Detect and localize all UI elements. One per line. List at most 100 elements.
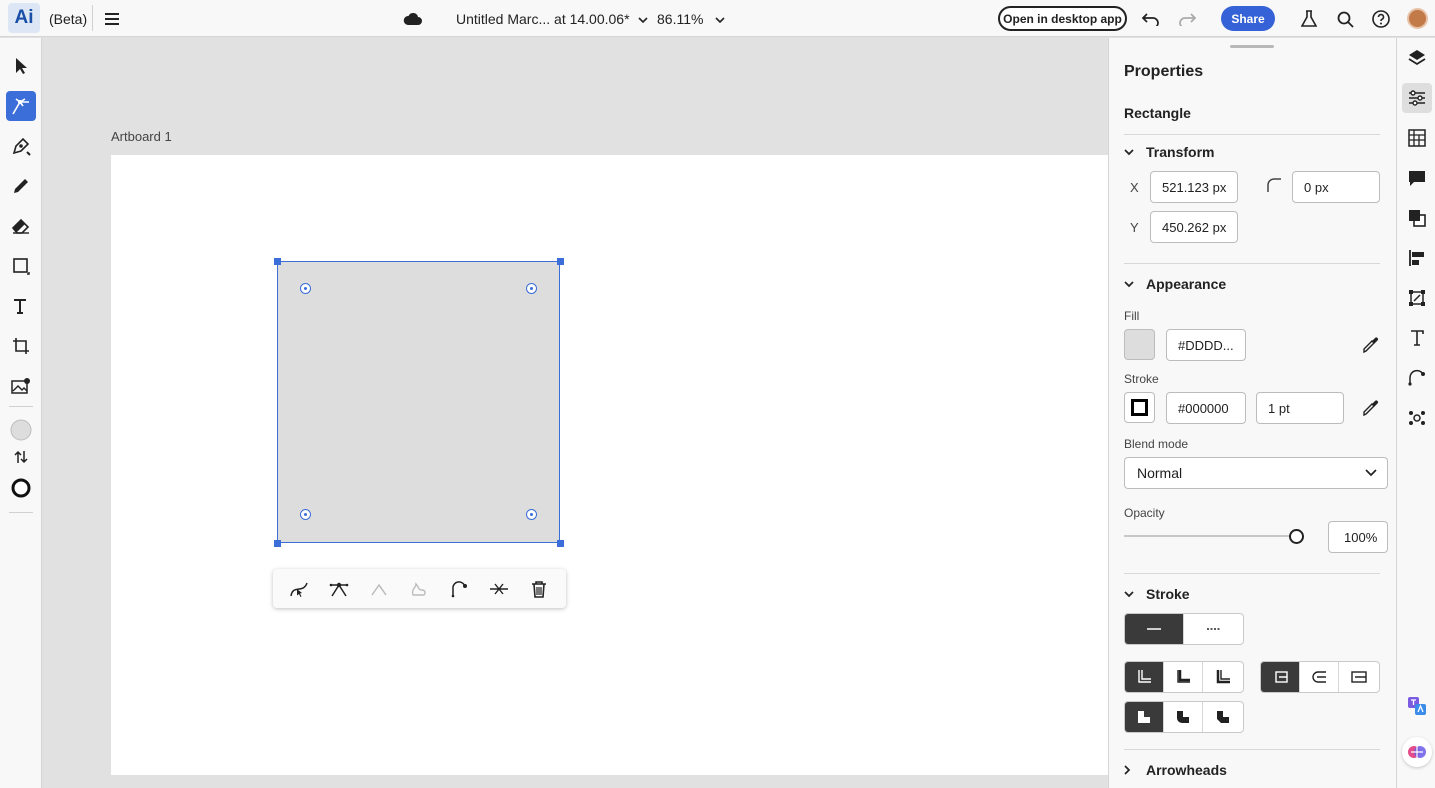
corner-radius-widget[interactable]	[526, 509, 537, 520]
undo-icon[interactable]	[1140, 8, 1162, 30]
type-tool-icon[interactable]	[6, 291, 36, 321]
corner-anchor-icon[interactable]	[367, 577, 391, 601]
arrowheads-section-header[interactable]: Arrowheads	[1124, 762, 1227, 778]
transform-icon[interactable]	[1402, 283, 1432, 313]
divider	[1124, 134, 1380, 135]
anchor-select-icon[interactable]	[287, 577, 311, 601]
artboard[interactable]	[111, 155, 1108, 775]
panel-title: Properties	[1124, 63, 1204, 80]
generative-image-icon[interactable]	[6, 371, 36, 401]
appearance-section-header[interactable]: Appearance	[1124, 276, 1226, 292]
x-label: X	[1130, 180, 1139, 195]
eyedropper-icon[interactable]	[1363, 399, 1380, 419]
corner-join-toggle	[1124, 701, 1244, 733]
fill-swatch[interactable]	[1124, 329, 1155, 360]
rectangle-tool-icon[interactable]	[6, 251, 36, 281]
object-type-label: Rectangle	[1124, 105, 1191, 121]
x-position-field[interactable]: 521.123 px	[1150, 171, 1238, 203]
pencil-tool-icon[interactable]	[6, 171, 36, 201]
divider	[92, 5, 93, 31]
ai-assistant-icon[interactable]	[1402, 737, 1432, 767]
selection-tool-icon[interactable]	[6, 51, 36, 81]
resize-handle[interactable]	[557, 540, 564, 547]
artboard-tool-icon[interactable]	[6, 331, 36, 361]
trash-icon[interactable]	[527, 577, 551, 601]
opacity-field[interactable]: 100%	[1328, 521, 1388, 553]
opacity-slider[interactable]	[1124, 535, 1296, 537]
flask-icon[interactable]	[1298, 8, 1320, 30]
fill-color-icon[interactable]	[6, 415, 36, 445]
corner-radius-widget[interactable]	[526, 283, 537, 294]
transform-section-header[interactable]: Transform	[1124, 144, 1214, 160]
align-outside-icon[interactable]	[1203, 662, 1242, 692]
zoom-menu[interactable]: 86.11%	[657, 11, 726, 27]
artboard-label[interactable]: Artboard 1	[111, 129, 172, 144]
round-join-icon[interactable]	[1164, 702, 1203, 732]
corner-radius-field[interactable]: 0 px	[1292, 171, 1380, 203]
corner-radius-widget[interactable]	[300, 283, 311, 294]
miter-join-icon[interactable]	[1125, 702, 1164, 732]
divider	[1124, 749, 1380, 750]
stroke-color-icon[interactable]	[6, 473, 36, 503]
tools-panel	[0, 38, 42, 788]
help-icon[interactable]	[1370, 8, 1392, 30]
beta-label: (Beta)	[49, 11, 88, 27]
blend-mode-dropdown[interactable]: Normal	[1124, 457, 1388, 489]
simplify-path-icon[interactable]	[407, 577, 431, 601]
stroke-weight-field[interactable]: 1 pt	[1256, 392, 1344, 424]
search-icon[interactable]	[1334, 8, 1356, 30]
eyedropper-icon[interactable]	[1363, 336, 1380, 356]
avatar[interactable]	[1407, 8, 1428, 29]
curvature-icon[interactable]	[447, 577, 471, 601]
pen-tool-icon[interactable]	[6, 131, 36, 161]
opacity-label: Opacity	[1124, 506, 1165, 520]
share-button[interactable]: Share	[1221, 6, 1275, 31]
cut-path-icon[interactable]	[487, 577, 511, 601]
cloud-icon[interactable]	[402, 8, 424, 30]
projecting-cap-icon[interactable]	[1339, 662, 1378, 692]
resize-handle[interactable]	[274, 540, 281, 547]
comments-icon[interactable]	[1402, 163, 1432, 193]
stroke-section-header[interactable]: Stroke	[1124, 586, 1190, 602]
character-icon[interactable]	[1402, 323, 1432, 353]
butt-cap-icon[interactable]	[1261, 662, 1300, 692]
opacity-slider-thumb[interactable]	[1289, 529, 1304, 544]
translate-icon[interactable]	[1402, 691, 1432, 721]
stroke-swatch[interactable]	[1124, 392, 1155, 423]
open-in-desktop-button[interactable]: Open in desktop app	[998, 6, 1127, 31]
corner-radius-widget[interactable]	[300, 509, 311, 520]
canvas[interactable]: Artboard 1	[43, 38, 1108, 788]
chevron-down-icon	[715, 11, 726, 27]
align-inside-icon[interactable]	[1164, 662, 1203, 692]
align-center-icon[interactable]	[1125, 662, 1164, 692]
dashed-stroke-button[interactable]	[1184, 614, 1243, 644]
swap-colors-icon[interactable]	[6, 444, 36, 470]
properties-icon[interactable]	[1402, 83, 1432, 113]
bevel-join-icon[interactable]	[1203, 702, 1242, 732]
contextual-task-bar	[273, 569, 566, 608]
align-icon[interactable]	[1402, 243, 1432, 273]
stroke-type-toggle	[1124, 613, 1244, 645]
pathfinder-icon[interactable]	[1402, 203, 1432, 233]
smooth-anchor-icon[interactable]	[327, 577, 351, 601]
fill-hex-field[interactable]: #DDDD...	[1166, 329, 1246, 361]
y-position-field[interactable]: 450.262 px	[1150, 211, 1238, 243]
path-edit-icon[interactable]	[1402, 363, 1432, 393]
layers-icon[interactable]	[1402, 43, 1432, 73]
symbols-icon[interactable]	[1402, 403, 1432, 433]
direct-selection-tool-icon[interactable]	[6, 91, 36, 121]
selected-rectangle[interactable]	[277, 261, 560, 543]
resize-handle[interactable]	[274, 258, 281, 265]
divider	[9, 512, 33, 513]
resize-handle[interactable]	[557, 258, 564, 265]
document-title[interactable]: Untitled Marc... at 14.00.06*	[456, 11, 648, 27]
solid-stroke-button[interactable]	[1125, 614, 1184, 644]
menu-icon[interactable]	[101, 8, 123, 30]
libraries-icon[interactable]	[1402, 123, 1432, 153]
round-cap-icon[interactable]	[1300, 662, 1339, 692]
panel-drag-handle[interactable]	[1230, 45, 1274, 48]
redo-icon[interactable]	[1176, 8, 1198, 30]
eraser-tool-icon[interactable]	[6, 211, 36, 241]
stroke-hex-field[interactable]: #000000	[1166, 392, 1246, 424]
illustrator-logo[interactable]: Ai	[8, 3, 40, 33]
